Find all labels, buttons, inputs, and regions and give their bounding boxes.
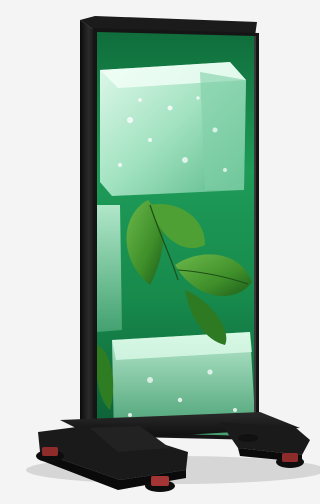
display-screen [97, 32, 255, 436]
product-image [0, 0, 320, 504]
ice-cube-top [100, 62, 246, 196]
led-display-stand-illustration [26, 16, 320, 492]
